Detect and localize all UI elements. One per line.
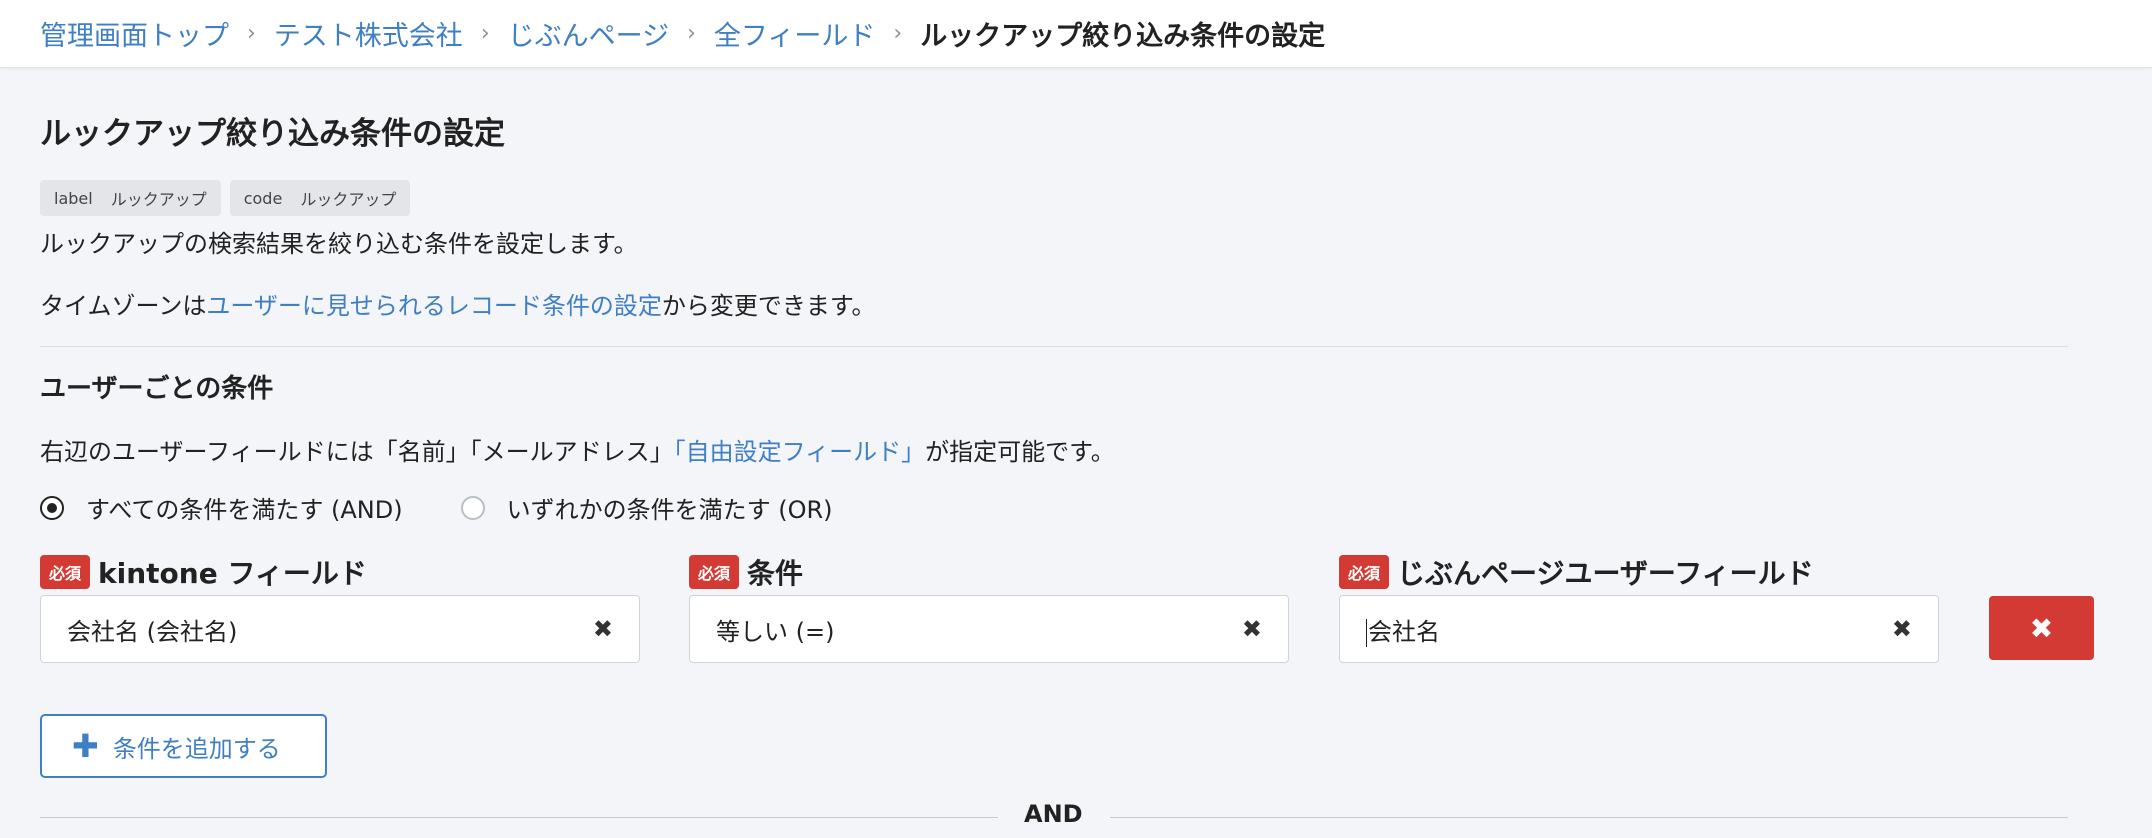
condition-value: 等しい (=) <box>716 617 835 646</box>
page-title: ルックアップ絞り込み条件の設定 <box>40 116 505 152</box>
breadcrumb-link-all-fields[interactable]: 全フィールド <box>714 14 875 53</box>
breadcrumb-link-company[interactable]: テスト株式会社 <box>274 14 463 53</box>
code-chip: code ルックアップ <box>229 180 411 216</box>
user-field-value: 会社名 <box>1366 612 1892 647</box>
divider <box>40 817 998 818</box>
chevron-right-icon: › <box>893 21 903 46</box>
breadcrumb: 管理画面トップ › テスト株式会社 › じぶんページ › 全フィールド › ルッ… <box>0 0 2152 68</box>
kintone-field-select[interactable]: 会社名 (会社名) ✖ <box>40 595 640 663</box>
radio-or-option[interactable]: いずれかの条件を満たす (OR) <box>460 490 833 525</box>
section-title: ユーザーごとの条件 <box>40 374 274 404</box>
note-suffix: が指定可能です。 <box>925 438 1115 466</box>
chevron-right-icon: › <box>247 21 256 46</box>
user-field-select[interactable]: 会社名 ✖ <box>1339 595 1939 663</box>
kintone-field-label-text: kintone フィールド <box>98 557 367 590</box>
condition-select[interactable]: 等しい (=) ✖ <box>689 595 1289 663</box>
chip-key: code <box>243 188 283 208</box>
add-condition-button[interactable]: ✚ 条件を追加する <box>40 714 327 778</box>
timezone-suffix: から変更できます。 <box>661 292 876 320</box>
user-field-value-text: 会社名 <box>1368 617 1440 646</box>
clear-icon[interactable]: ✖ <box>1892 615 1912 643</box>
divider <box>1110 817 2068 818</box>
clear-icon[interactable]: ✖ <box>593 615 613 643</box>
timezone-prefix: タイムゾーンは <box>40 292 207 320</box>
chevron-right-icon: › <box>687 21 696 46</box>
condition-label: 必須 条件 <box>689 552 803 592</box>
user-field-label-text: じぶんページユーザーフィールド <box>1397 557 1814 590</box>
kintone-field-label: 必須 kintone フィールド <box>40 552 367 592</box>
custom-field-link[interactable]: 「自由設定フィールド」 <box>674 438 926 466</box>
label-chip: label ルックアップ <box>40 180 221 216</box>
match-mode-radio-group: すべての条件を満たす (AND) いずれかの条件を満たす (OR) <box>40 490 891 525</box>
chevron-right-icon: › <box>480 21 490 46</box>
clear-icon[interactable]: ✖ <box>1242 615 1262 643</box>
condition-label-text: 条件 <box>747 557 804 590</box>
add-condition-label: 条件を追加する <box>112 734 281 763</box>
radio-and-option[interactable]: すべての条件を満たす (AND) <box>40 490 403 525</box>
user-field-label: 必須 じぶんページユーザーフィールド <box>1339 552 1814 592</box>
delete-condition-button[interactable]: ✖ <box>1989 596 2094 660</box>
chip-value: ルックアップ <box>300 190 397 209</box>
record-condition-settings-link[interactable]: ユーザーに見せられるレコード条件の設定 <box>206 292 662 320</box>
page-description: ルックアップの検索結果を絞り込む条件を設定します。 <box>40 230 638 258</box>
chip-value: ルックアップ <box>110 190 207 209</box>
kintone-field-value: 会社名 (会社名) <box>67 617 238 646</box>
timezone-note: タイムゾーンはユーザーに見せられるレコード条件の設定から変更できます。 <box>40 286 875 321</box>
required-badge: 必須 <box>40 555 91 589</box>
breadcrumb-link-mypage[interactable]: じぶんページ <box>508 14 669 53</box>
close-icon: ✖ <box>2029 611 2054 645</box>
divider <box>40 346 2068 347</box>
breadcrumb-link-admin-top[interactable]: 管理画面トップ <box>40 14 229 53</box>
radio-and[interactable] <box>40 495 64 520</box>
field-info-chips: label ルックアップ code ルックアップ <box>40 180 411 216</box>
note-prefix: 右辺のユーザーフィールドには「名前」「メールアドレス」 <box>40 438 674 466</box>
and-joiner-label: AND <box>1024 800 1083 828</box>
radio-and-label: すべての条件を満たす (AND) <box>86 496 403 524</box>
user-field-note: 右辺のユーザーフィールドには「名前」「メールアドレス」「自由設定フィールド」が指… <box>40 432 1115 467</box>
chip-key: label <box>54 188 93 208</box>
required-badge: 必須 <box>689 555 740 589</box>
text-caret <box>1366 618 1367 647</box>
radio-or[interactable] <box>460 495 485 520</box>
radio-or-label: いずれかの条件を満たす (OR) <box>506 496 833 524</box>
breadcrumb-current: ルックアップ絞り込み条件の設定 <box>920 21 1326 52</box>
required-badge: 必須 <box>1339 555 1390 589</box>
plus-icon: ✚ <box>72 727 99 765</box>
